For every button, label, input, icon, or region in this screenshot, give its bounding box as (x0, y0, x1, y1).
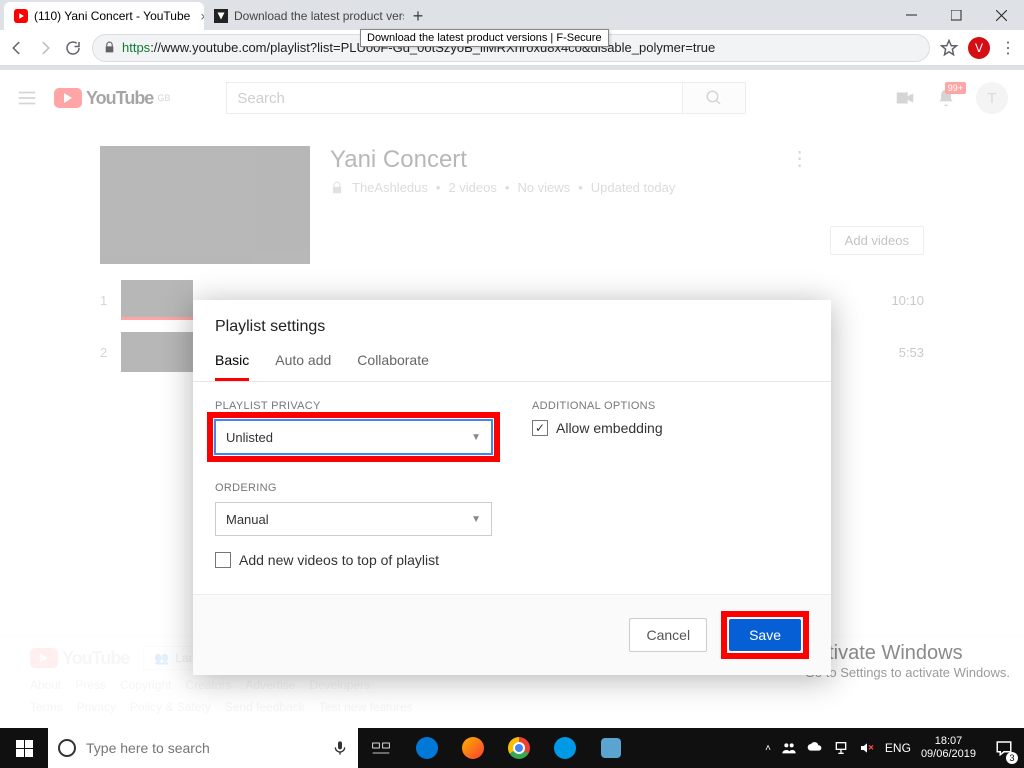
select-value: Manual (226, 512, 269, 527)
select-value: Unlisted (226, 430, 273, 445)
window-close-button[interactable] (979, 0, 1024, 30)
nav-back-button[interactable] (8, 39, 26, 57)
new-tab-button[interactable]: + (404, 2, 432, 30)
chevron-down-icon: ▼ (471, 514, 481, 525)
checkbox-label: Add new videos to top of playlist (239, 552, 439, 568)
youtube-play-icon (54, 88, 82, 108)
nav-reload-button[interactable] (64, 39, 82, 57)
taskbar-chrome-icon[interactable] (496, 728, 542, 768)
add-to-top-checkbox[interactable] (215, 552, 231, 568)
task-view-icon[interactable] (358, 728, 404, 768)
account-avatar[interactable]: T (976, 82, 1008, 114)
taskbar-app-icon[interactable] (450, 728, 496, 768)
taskbar-app-icon[interactable] (404, 728, 450, 768)
search-input[interactable] (226, 82, 682, 114)
playlist-privacy-select[interactable]: Unlisted ▼ (215, 420, 492, 454)
taskbar-search[interactable] (48, 728, 358, 768)
window-maximize-button[interactable] (934, 0, 979, 30)
windows-logo-icon (16, 740, 33, 757)
nav-forward-button[interactable] (36, 39, 54, 57)
cortana-icon (58, 739, 76, 757)
save-button[interactable]: Save (729, 619, 801, 651)
chrome-profile-avatar[interactable]: V (968, 37, 990, 59)
modal-title: Playlist settings (215, 318, 809, 336)
action-center-icon[interactable]: 3 (986, 728, 1022, 768)
cancel-button[interactable]: Cancel (629, 618, 707, 652)
youtube-search (226, 82, 746, 114)
checkbox-label: Allow embedding (556, 420, 663, 436)
ordering-label: ORDERING (215, 482, 492, 494)
highlight-save: Save (721, 611, 809, 659)
onedrive-icon[interactable] (807, 742, 823, 754)
playlist-settings-modal: Playlist settings Basic Auto add Collabo… (193, 300, 831, 675)
youtube-logo[interactable]: YouTube GB (54, 88, 170, 109)
lock-icon (103, 41, 116, 54)
browser-tab[interactable]: Download the latest product vers × (204, 2, 404, 30)
url-scheme: https (122, 40, 150, 55)
playlist-settings-overlay: Playlist settings Basic Auto add Collabo… (0, 140, 1024, 688)
fsecure-favicon-icon (214, 9, 228, 23)
browser-tab-active[interactable]: (110) Yani Concert - YouTube × (4, 2, 204, 30)
tab-auto-add[interactable]: Auto add (275, 352, 331, 381)
privacy-label: PLAYLIST PRIVACY (215, 400, 492, 412)
windows-taskbar: ˄ ENG 18:07 09/06/2019 3 (0, 728, 1024, 768)
footer-link[interactable]: Send feedback (225, 700, 305, 714)
footer-link[interactable]: Test new features (319, 700, 413, 714)
footer-link[interactable]: Terms (30, 700, 63, 714)
youtube-header: YouTube GB 99+ T (0, 70, 1024, 126)
notification-count: 3 (1006, 752, 1018, 764)
tab-tooltip: Download the latest product versions | F… (360, 29, 609, 47)
mic-icon[interactable] (332, 740, 348, 756)
window-minimize-button[interactable] (889, 0, 934, 30)
playlist-ordering-select[interactable]: Manual ▼ (215, 502, 492, 536)
taskbar-clock[interactable]: 18:07 09/06/2019 (921, 735, 976, 761)
hamburger-menu-icon[interactable] (16, 87, 38, 109)
allow-embedding-checkbox[interactable] (532, 420, 548, 436)
notifications-icon[interactable]: 99+ (936, 88, 956, 108)
footer-link[interactable]: Privacy (77, 700, 116, 714)
volume-muted-icon[interactable] (859, 740, 875, 756)
network-icon[interactable] (833, 740, 849, 756)
tab-title: (110) Yani Concert - YouTube (34, 9, 190, 23)
additional-options-label: ADDITIONAL OPTIONS (532, 400, 809, 412)
tab-collaborate[interactable]: Collaborate (357, 352, 429, 381)
search-button[interactable] (682, 82, 746, 114)
region-code: GB (157, 93, 170, 103)
highlight-privacy: Unlisted ▼ (207, 412, 500, 462)
start-button[interactable] (0, 728, 48, 768)
tray-overflow-icon[interactable]: ˄ (765, 743, 771, 754)
chevron-down-icon: ▼ (471, 432, 481, 443)
chrome-menu-button[interactable]: ⋮ (1000, 38, 1016, 58)
footer-link[interactable]: Policy & Safety (130, 700, 211, 714)
people-icon[interactable] (781, 740, 797, 756)
bookmark-star-icon[interactable] (940, 39, 958, 57)
notification-count: 99+ (945, 82, 966, 94)
tab-basic[interactable]: Basic (215, 352, 249, 381)
language-indicator[interactable]: ENG (885, 741, 911, 755)
taskbar-app-icon[interactable] (588, 728, 634, 768)
taskbar-search-input[interactable] (86, 740, 322, 756)
camera-icon[interactable] (894, 87, 916, 109)
taskbar-edge-icon[interactable] (542, 728, 588, 768)
youtube-favicon-icon (14, 9, 28, 23)
tab-title: Download the latest product vers (234, 9, 404, 23)
